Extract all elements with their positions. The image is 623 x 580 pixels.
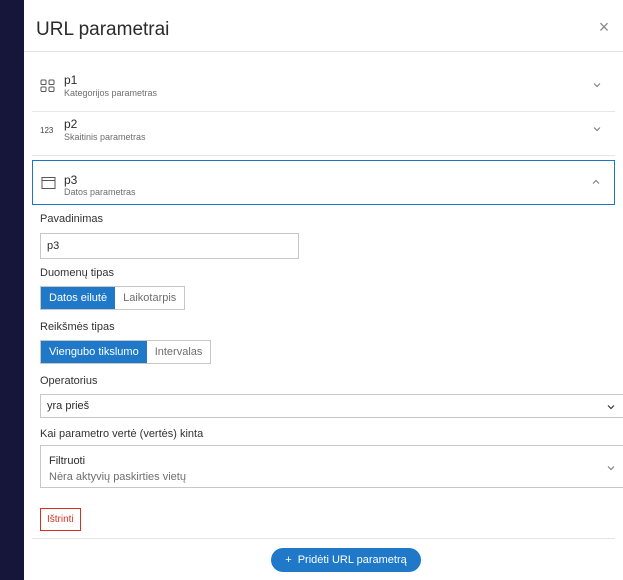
close-icon[interactable]: × [595,18,613,36]
change-label: Kai parametro vertė (vertės) kinta [40,428,204,440]
filter-title: Filtruoti [49,455,86,467]
chevron-down-icon[interactable] [593,125,601,133]
filter-subtitle: Nėra aktyvių paskirties vietų [49,471,186,483]
divider [32,538,615,539]
param-name: p2 [64,117,78,131]
datatype-label: Duomenų tipas [40,267,114,279]
operator-select[interactable]: yra prieš [40,394,623,418]
datatype-option-period[interactable]: Laikotarpis [115,287,185,309]
datatype-option-date-string[interactable]: Datos eilutė [41,287,116,309]
param-item-p3[interactable]: p3 Datos parametras [32,160,615,205]
delete-button[interactable]: Ištrinti [40,508,81,531]
param-item-p2[interactable]: 123 p2 Skaitinis parametras [32,104,615,156]
panel-title: URL parametrai [36,19,170,40]
name-input[interactable]: p3 [40,233,299,259]
datatype-segmented-control: Datos eilutė Laikotarpis [40,286,186,310]
operator-label: Operatorius [40,375,98,387]
valuetype-segmented-control: Viengubo tikslumo Intervalas [40,340,212,364]
name-label: Pavadinimas [40,213,103,225]
url-parameters-panel: URL parametrai × p1 Kategorijos parametr… [24,0,623,580]
category-icon [40,79,55,92]
valuetype-label: Reikšmės tipas [40,321,115,333]
chevron-up-icon[interactable] [592,178,600,186]
param-description: Kategorijos parametras [64,88,158,98]
valuetype-option-interval[interactable]: Intervalas [146,341,211,363]
param-description: Skaitinis parametras [64,132,146,142]
filter-action-dropdown[interactable]: Filtruoti Nėra aktyvių paskirties vietų [40,445,623,488]
chevron-down-icon [607,466,615,471]
panel-header: URL parametrai × [24,0,623,52]
chevron-down-icon [607,405,615,410]
param-description: Datos parametras [64,187,136,197]
add-url-parameter-label: Pridėti URL parametrą [297,554,407,566]
valuetype-option-single[interactable]: Viengubo tikslumo [41,341,147,363]
add-url-parameter-button[interactable]: + Pridėti URL parametrą [271,548,421,572]
plus-icon: + [285,554,292,566]
number-icon: 123 [40,126,54,135]
param-name: p3 [64,173,78,187]
param-name: p1 [64,73,78,87]
chevron-down-icon[interactable] [593,81,601,89]
calendar-icon [41,177,56,189]
operator-value: yra prieš [47,400,90,412]
